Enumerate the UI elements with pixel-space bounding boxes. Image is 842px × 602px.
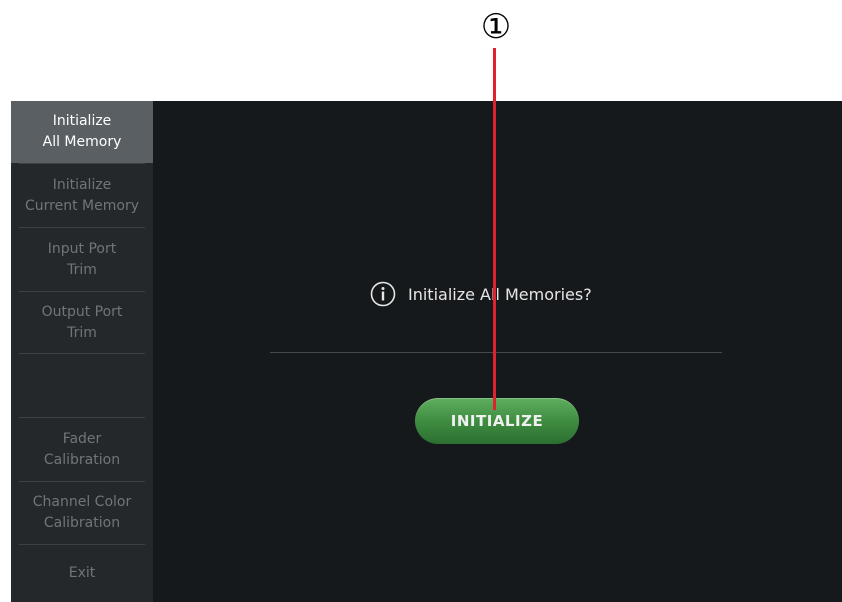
divider-line xyxy=(270,352,722,353)
info-icon xyxy=(370,281,396,307)
sidebar: Initialize All Memory Initialize Current… xyxy=(11,101,153,602)
initialize-button[interactable]: INITIALIZE xyxy=(415,398,579,444)
sidebar-item-channel-color-calibration[interactable]: Channel Color Calibration xyxy=(11,482,153,544)
sidebar-item-output-port-trim[interactable]: Output Port Trim xyxy=(11,292,153,353)
callout-number: ① xyxy=(480,7,512,47)
sidebar-item-fader-calibration[interactable]: Fader Calibration xyxy=(11,418,153,481)
sidebar-item-exit[interactable]: Exit xyxy=(11,545,153,602)
sidebar-item-initialize-all-memory[interactable]: Initialize All Memory xyxy=(11,101,153,163)
sidebar-divider xyxy=(19,353,145,354)
callout-line xyxy=(493,48,496,410)
message-text: Initialize All Memories? xyxy=(408,284,592,304)
sidebar-item-input-port-trim[interactable]: Input Port Trim xyxy=(11,228,153,291)
device-screen: Initialize All Memory Initialize Current… xyxy=(11,101,842,602)
confirmation-message: Initialize All Memories? xyxy=(370,279,592,309)
sidebar-item-initialize-current-memory[interactable]: Initialize Current Memory xyxy=(11,164,153,227)
main-content: Initialize All Memories? INITIALIZE xyxy=(153,101,842,602)
